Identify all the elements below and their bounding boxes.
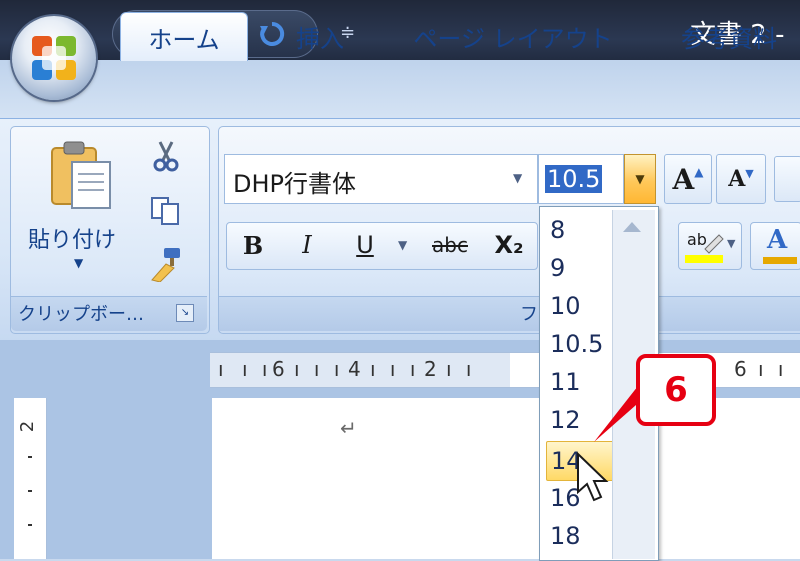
clipboard-group-label: クリップボー… [18,304,144,325]
font-color-button[interactable]: A [750,222,800,270]
strikethrough-button[interactable]: abc [422,224,478,266]
grow-font-icon[interactable]: A ▲ [664,154,712,204]
office-button[interactable] [12,16,96,100]
underline-dropdown-icon[interactable]: ▼ [398,238,407,252]
font-size-option[interactable]: 18 [546,517,614,555]
bold-button[interactable]: B [232,224,274,266]
font-size-option[interactable]: 10 [546,287,614,325]
ruler-tick-4: 4 [348,357,361,381]
mouse-cursor-icon [577,452,609,502]
tab-references[interactable]: 参考資料 [664,12,794,60]
paste-button-label[interactable]: 貼り付け [28,222,116,254]
clipboard-dialog-launcher-icon[interactable]: ↘ [176,304,194,322]
font-name-dropdown-icon[interactable]: ▼ [513,171,522,185]
highlight-dropdown-icon[interactable]: ▼ [727,237,735,250]
scroll-up-icon[interactable] [623,222,641,232]
font-group-label: フ [520,304,538,325]
paste-icon[interactable] [46,138,116,212]
font-size-dropdown-button[interactable]: ▼ [624,154,656,204]
font-size-option[interactable]: 10.5 [546,325,614,363]
paste-dropdown-icon[interactable]: ▼ [74,256,83,270]
format-painter-icon[interactable] [148,246,184,283]
highlighter-icon: ab [685,230,724,263]
ruler-tick-2: 2 [424,357,437,381]
font-size-option[interactable]: 8 [546,211,614,249]
paragraph-mark: ↵ [340,416,357,440]
ribbon-tabs [0,60,800,120]
office-logo-icon [32,36,76,80]
copy-icon[interactable] [150,194,182,226]
subscript-button[interactable]: X₂ [486,224,532,266]
clear-formatting-icon[interactable] [774,156,800,202]
step-number-callout: 6 [636,354,716,426]
font-size-option[interactable]: 9 [546,249,614,287]
ruler-tick-6: 6 [272,357,285,381]
tab-insert[interactable]: 挿入 [280,12,360,60]
tab-home[interactable]: ホーム [120,12,248,61]
svg-text:ab: ab [687,230,707,249]
font-size-value[interactable]: 10.5 [545,165,603,193]
text-highlight-button[interactable]: ab ▼ [678,222,742,270]
font-group-label-bar [219,296,800,331]
font-name-combobox[interactable]: DHP行書体 ▼ [224,154,538,204]
vertical-ruler-tick-2: 2 [17,420,39,433]
font-color-icon: A [767,225,788,255]
font-name-value: DHP行書体 [233,170,356,198]
underline-button[interactable]: U [344,224,386,266]
shrink-font-icon[interactable]: A ▼ [716,154,766,204]
italic-button[interactable]: I [286,224,328,266]
tab-page-layout[interactable]: ページ レイアウト [408,12,618,60]
vertical-ruler[interactable]: 2 [14,398,47,559]
font-size-combobox[interactable]: 10.5 [538,154,624,204]
cut-icon[interactable] [150,140,182,172]
ruler-tick-6-right: 6 [734,357,747,381]
